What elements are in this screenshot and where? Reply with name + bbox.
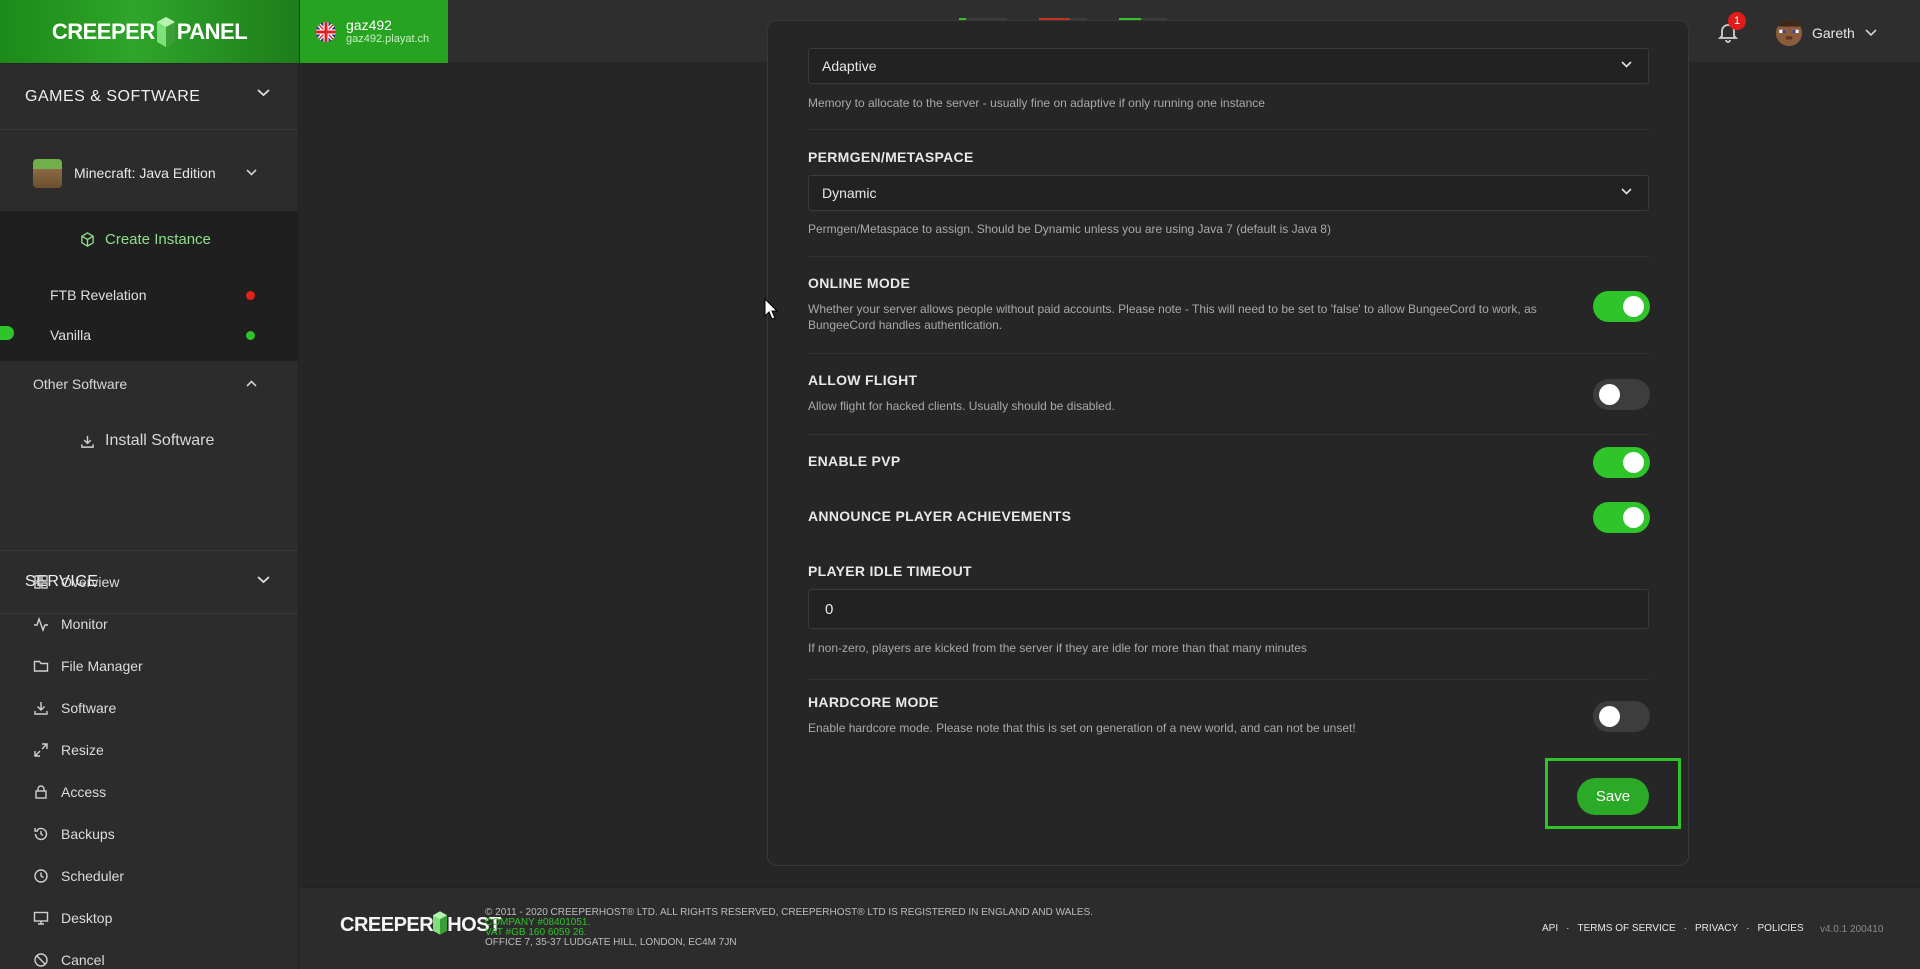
allow-flight-toggle[interactable] bbox=[1593, 379, 1650, 410]
nav-software[interactable]: Software bbox=[33, 700, 116, 716]
minecraft-grass-icon bbox=[33, 158, 62, 188]
server-name: gaz492 bbox=[346, 16, 392, 33]
nav-desktop[interactable]: Desktop bbox=[33, 910, 112, 926]
chevron-down-icon bbox=[257, 576, 270, 584]
chevron-down-icon bbox=[1865, 29, 1877, 37]
hardcore-mode-toggle[interactable] bbox=[1593, 701, 1650, 732]
divider bbox=[808, 129, 1649, 130]
create-instance-link[interactable]: Create Instance bbox=[80, 231, 211, 248]
logo-cube-icon bbox=[156, 16, 175, 47]
divider bbox=[808, 679, 1649, 680]
game-selector[interactable]: Minecraft: Java Edition bbox=[0, 150, 298, 196]
logo-cube-icon bbox=[433, 911, 448, 935]
mouse-cursor-icon bbox=[764, 298, 778, 320]
allow-flight-help: Allow flight for hacked clients. Usually… bbox=[808, 399, 1115, 413]
sidebar: GAMES & SOFTWARE Minecraft: Java Edition… bbox=[0, 64, 299, 969]
nav-file-manager[interactable]: File Manager bbox=[33, 658, 143, 674]
cancel-icon bbox=[34, 953, 48, 967]
download-icon bbox=[81, 435, 94, 448]
nav-resize[interactable]: Resize bbox=[33, 742, 104, 758]
office-address: OFFICE 7, 35-37 LUDGATE HILL, LONDON, EC… bbox=[485, 937, 737, 948]
online-mode-help-line2: BungeeCord handles authentication. bbox=[808, 318, 1003, 332]
logo-text-right: PANEL bbox=[176, 18, 248, 44]
online-mode-help-line1: Whether your server allows people withou… bbox=[808, 302, 1537, 316]
nav-monitor[interactable]: Monitor bbox=[33, 616, 108, 632]
footer-link-terms[interactable]: TERMS OF SERVICE bbox=[1577, 923, 1675, 934]
games-software-heading[interactable]: GAMES & SOFTWARE bbox=[0, 64, 298, 130]
lock-icon bbox=[35, 785, 47, 799]
hardcore-mode-label: HARDCORE MODE bbox=[808, 694, 939, 710]
active-instance-marker bbox=[0, 326, 14, 340]
creeperpanel-logo[interactable]: CREEPER PANEL bbox=[0, 0, 299, 63]
save-button[interactable]: Save bbox=[1577, 778, 1649, 815]
nav-scheduler[interactable]: Scheduler bbox=[33, 868, 124, 884]
chevron-down-icon bbox=[257, 89, 270, 97]
idle-timeout-label: PLAYER IDLE TIMEOUT bbox=[808, 563, 972, 579]
allow-flight-label: ALLOW FLIGHT bbox=[808, 372, 918, 388]
server-host: gaz492.playat.ch bbox=[346, 32, 430, 45]
toggle-knob bbox=[1599, 706, 1620, 727]
status-dot bbox=[246, 331, 255, 340]
idle-timeout-input[interactable]: 0 bbox=[808, 589, 1649, 629]
memory-help: Memory to allocate to the server - usual… bbox=[808, 96, 1265, 110]
server-selector[interactable]: gaz492 gaz492.playat.ch bbox=[300, 0, 448, 63]
announce-achievements-label: ANNOUNCE PLAYER ACHIEVEMENTS bbox=[808, 508, 1072, 524]
permgen-help: Permgen/Metaspace to assign. Should be D… bbox=[808, 222, 1331, 236]
activity-icon bbox=[34, 616, 48, 632]
enable-pvp-toggle[interactable] bbox=[1593, 447, 1650, 478]
creeperhost-logo[interactable]: CREEPER HOST bbox=[340, 911, 501, 937]
online-mode-label: ONLINE MODE bbox=[808, 275, 911, 291]
chevron-down-icon bbox=[1621, 61, 1632, 68]
chevron-down-icon bbox=[1621, 188, 1632, 195]
divider bbox=[808, 434, 1649, 435]
instance-list: Create Instance FTB Revelation Vanilla bbox=[0, 211, 298, 361]
user-name: Gareth bbox=[1812, 25, 1855, 41]
hardcore-mode-help: Enable hardcore mode. Please note that t… bbox=[808, 721, 1356, 735]
grid-icon bbox=[34, 575, 48, 589]
nav-overview[interactable]: Overview bbox=[33, 574, 119, 590]
chevron-down-icon bbox=[246, 169, 257, 176]
settings-card bbox=[767, 20, 1689, 866]
logo-text-left: CREEPER bbox=[51, 18, 155, 44]
footer-links: API · TERMS OF SERVICE · PRIVACY · POLICIES bbox=[1542, 923, 1804, 934]
idle-timeout-help: If non-zero, players are kicked from the… bbox=[808, 641, 1307, 655]
nav-access[interactable]: Access bbox=[33, 784, 106, 800]
cube-icon bbox=[81, 232, 94, 247]
folder-icon bbox=[33, 660, 49, 672]
resize-icon bbox=[34, 743, 48, 757]
permgen-label: PERMGEN/METASPACE bbox=[808, 149, 974, 165]
avatar bbox=[1776, 20, 1802, 46]
footer-link-privacy[interactable]: PRIVACY bbox=[1695, 923, 1738, 934]
chevron-up-icon bbox=[246, 380, 257, 387]
announce-achievements-toggle[interactable] bbox=[1593, 502, 1650, 533]
other-software-toggle[interactable]: Other Software bbox=[33, 376, 263, 392]
divider bbox=[808, 353, 1649, 354]
toggle-knob bbox=[1623, 507, 1644, 528]
instance-item[interactable]: FTB Revelation bbox=[50, 287, 255, 303]
enable-pvp-label: ENABLE PVP bbox=[808, 453, 901, 469]
clock-icon bbox=[34, 869, 48, 883]
instance-item[interactable]: Vanilla bbox=[50, 327, 255, 343]
toggle-knob bbox=[1623, 296, 1644, 317]
history-icon bbox=[34, 827, 48, 841]
toggle-knob bbox=[1623, 452, 1644, 473]
user-menu[interactable]: Gareth bbox=[1776, 20, 1877, 46]
nav-backups[interactable]: Backups bbox=[33, 826, 115, 842]
status-dot bbox=[246, 291, 255, 300]
nav-cancel[interactable]: Cancel bbox=[33, 952, 105, 968]
online-mode-toggle[interactable] bbox=[1593, 291, 1650, 322]
footer-link-policies[interactable]: POLICIES bbox=[1758, 923, 1804, 934]
monitor-icon bbox=[33, 911, 49, 925]
footer-legal: © 2011 - 2020 CREEPERHOST® LTD. ALL RIGH… bbox=[485, 908, 1093, 948]
version-label: v4.0.1 200410 bbox=[1820, 924, 1884, 935]
permgen-select[interactable]: Dynamic bbox=[808, 175, 1649, 211]
footer-link-api[interactable]: API bbox=[1542, 923, 1558, 934]
download-icon bbox=[34, 702, 48, 715]
notification-badge: 1 bbox=[1728, 12, 1746, 30]
memory-select[interactable]: Adaptive bbox=[808, 48, 1649, 84]
install-software-link[interactable]: Install Software bbox=[80, 432, 214, 450]
toggle-knob bbox=[1599, 384, 1620, 405]
divider bbox=[808, 256, 1649, 257]
uk-flag-icon bbox=[316, 21, 336, 42]
